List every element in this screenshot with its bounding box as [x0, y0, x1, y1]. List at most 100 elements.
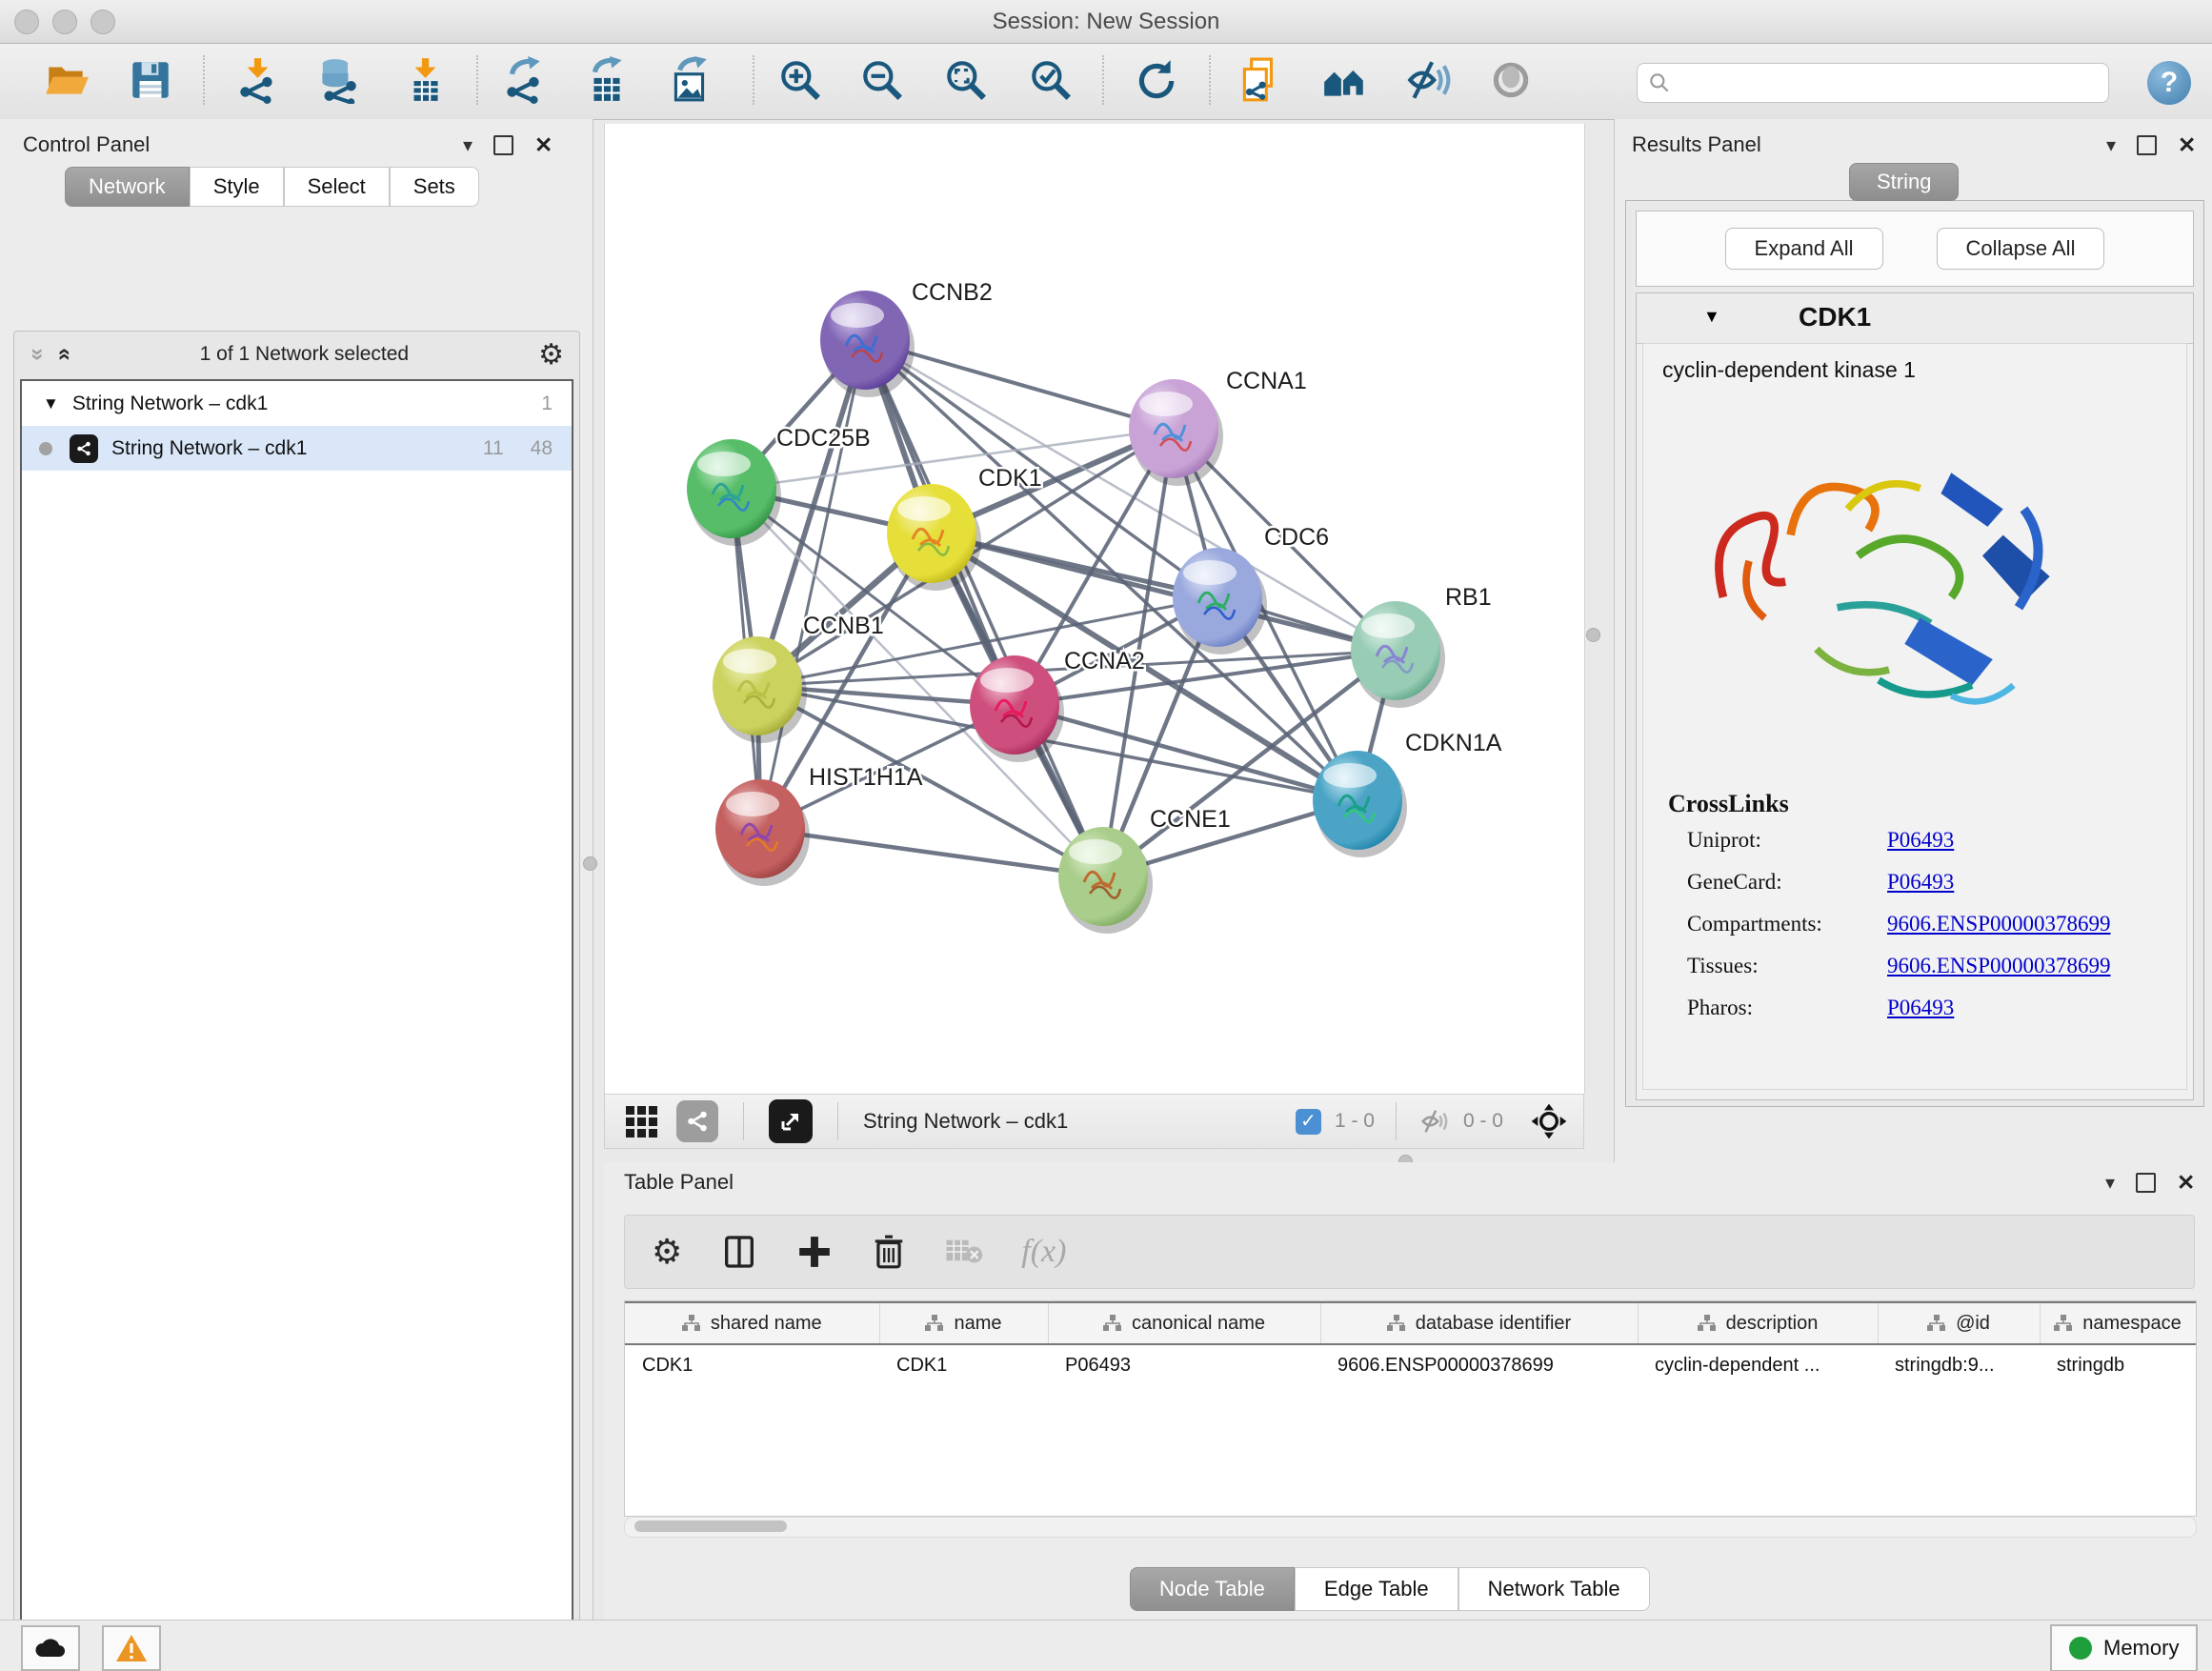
open-file-icon[interactable] [42, 53, 91, 107]
crosslink-link[interactable]: P06493 [1887, 996, 1954, 1020]
crosslink-link[interactable]: P06493 [1887, 828, 1954, 853]
export-network-icon[interactable] [499, 53, 549, 107]
network-node-CDC25B[interactable]: CDC25B [687, 425, 871, 546]
crosslink-link[interactable]: 9606.ENSP00000378699 [1887, 912, 2111, 936]
toolbar-separator [743, 1102, 744, 1140]
tab-node-table[interactable]: Node Table [1130, 1567, 1295, 1611]
column-header-canonical-name[interactable]: canonical name [1048, 1302, 1320, 1344]
tab-edge-table[interactable]: Edge Table [1295, 1567, 1458, 1611]
toolbar-separator [753, 55, 754, 105]
collapse-panel-icon[interactable]: ▾ [463, 133, 473, 157]
zoom-fit-icon[interactable] [941, 53, 991, 107]
search-input[interactable] [1672, 71, 2085, 95]
node-label-CDC6: CDC6 [1264, 524, 1329, 551]
memory-button[interactable]: Memory [2050, 1624, 2198, 1671]
column-header--id[interactable]: @id [1878, 1302, 2040, 1344]
network-overview-icon[interactable] [676, 1100, 718, 1142]
network-canvas[interactable]: CCNB2CCNA1CDC25BCDK1CDC6RB1CCNB1CCNA2CDK… [604, 124, 1585, 1094]
column-header-name[interactable]: name [879, 1302, 1048, 1344]
delete-column-icon[interactable] [871, 1234, 907, 1270]
crosslink-row: Tissues: 9606.ENSP00000378699 [1687, 954, 2173, 978]
help-icon[interactable]: ? [2147, 61, 2191, 105]
float-panel-icon[interactable] [493, 135, 513, 155]
crosslink-link[interactable]: P06493 [1887, 870, 1954, 895]
column-header-namespace[interactable]: namespace [2040, 1302, 2196, 1344]
tree-row-collection[interactable]: ▼ String Network – cdk1 1 [22, 381, 572, 426]
hidden-eye-icon[interactable] [1418, 1105, 1450, 1137]
table-panel-title: Table Panel [624, 1170, 734, 1195]
import-database-icon[interactable] [312, 53, 362, 107]
network-node-CCNA1[interactable]: CCNA1 [1129, 368, 1307, 486]
save-icon[interactable] [126, 53, 175, 107]
show-columns-icon[interactable] [720, 1233, 758, 1271]
export-image-icon[interactable] [665, 53, 714, 107]
crosslink-link[interactable]: 9606.ENSP00000378699 [1887, 954, 2111, 978]
network-node-HIST1H1A[interactable]: HIST1H1A [715, 764, 923, 886]
tree-expander-icon[interactable]: ▼ [43, 394, 59, 413]
column-header-database-identifier[interactable]: database identifier [1320, 1302, 1638, 1344]
add-column-icon[interactable] [796, 1234, 833, 1270]
zoom-in-icon[interactable] [775, 53, 825, 107]
collapse-panel-icon[interactable]: ▾ [2106, 133, 2116, 157]
grid-view-icon[interactable] [626, 1106, 657, 1137]
network-node-CCNA2[interactable]: CCNA2 [970, 648, 1145, 762]
node-table[interactable]: shared namenamecanonical namedatabase id… [625, 1301, 2197, 1385]
collapse-all-button[interactable]: Collapse All [1937, 228, 2105, 270]
hide-unhide-icon[interactable] [1403, 53, 1453, 107]
cloud-button[interactable] [21, 1625, 80, 1671]
zoom-selected-icon[interactable] [1026, 53, 1076, 107]
network-node-CCNB1[interactable]: CCNB1 [713, 613, 884, 743]
duplicate-network-icon[interactable] [1235, 53, 1284, 107]
network-node-CDK1[interactable]: CDK1 [887, 465, 1042, 591]
tree-row-network[interactable]: String Network – cdk1 11 48 [22, 426, 572, 471]
column-header-shared-name[interactable]: shared name [625, 1302, 879, 1344]
network-edge[interactable] [760, 829, 1103, 876]
section-expander-icon[interactable]: ▼ [1703, 307, 1720, 327]
gear-icon[interactable]: ⚙ [538, 338, 564, 372]
close-panel-icon[interactable]: ✕ [2177, 1170, 2195, 1196]
gene-section-header[interactable]: ▼ CDK1 [1637, 293, 2193, 344]
control-panel-title: Control Panel [23, 132, 150, 157]
expand-all-icon[interactable]: » [50, 348, 77, 360]
network-edge[interactable] [865, 340, 1103, 876]
tab-network[interactable]: Network [65, 167, 190, 207]
tab-string[interactable]: String [1849, 163, 1959, 201]
open-in-new-window-icon[interactable] [769, 1099, 813, 1143]
network-node-CDKN1A[interactable]: CDKN1A [1313, 730, 1502, 857]
network-node-CDC6[interactable]: CDC6 [1173, 524, 1329, 654]
zoom-out-icon[interactable] [857, 53, 907, 107]
scrollbar-thumb[interactable] [634, 1520, 787, 1532]
tab-sets[interactable]: Sets [390, 167, 479, 207]
collapse-panel-icon[interactable]: ▾ [2105, 1171, 2115, 1195]
warning-button[interactable] [102, 1625, 161, 1671]
import-network-icon[interactable] [232, 53, 282, 107]
close-panel-icon[interactable]: ✕ [2178, 132, 2196, 158]
column-header-description[interactable]: description [1638, 1302, 1878, 1344]
splitter-handle[interactable] [583, 856, 597, 871]
network-edge[interactable] [760, 340, 865, 829]
network-edge[interactable] [932, 534, 1396, 651]
tab-network-table[interactable]: Network Table [1458, 1567, 1650, 1611]
network-node-RB1[interactable]: RB1 [1351, 584, 1492, 708]
float-panel-icon[interactable] [2136, 1173, 2156, 1193]
level-of-detail-icon[interactable] [1486, 53, 1536, 107]
collapse-all-icon[interactable]: » [25, 348, 51, 360]
table-horizontal-scrollbar[interactable] [624, 1517, 2197, 1538]
refresh-icon[interactable] [1131, 53, 1180, 107]
selected-checkbox-icon[interactable]: ✓ [1296, 1109, 1321, 1135]
string-home-icon[interactable] [1319, 53, 1369, 107]
tab-select[interactable]: Select [284, 167, 390, 207]
network-node-CCNE1[interactable]: CCNE1 [1058, 806, 1231, 934]
float-panel-icon[interactable] [2137, 135, 2157, 155]
splitter-handle[interactable] [1586, 628, 1600, 642]
tab-style[interactable]: Style [190, 167, 284, 207]
close-panel-icon[interactable]: ✕ [534, 132, 553, 158]
expand-all-button[interactable]: Expand All [1725, 228, 1883, 270]
birds-eye-toggle-icon[interactable] [1530, 1102, 1568, 1140]
network-node-count: 11 [483, 437, 504, 460]
node-label-CCNA2: CCNA2 [1064, 648, 1145, 674]
import-table-icon[interactable] [400, 53, 450, 107]
table-row[interactable]: CDK1CDK1P064939606.ENSP00000378699cyclin… [625, 1344, 2196, 1385]
table-gear-icon[interactable]: ⚙ [652, 1232, 682, 1272]
export-table-icon[interactable] [582, 53, 632, 107]
